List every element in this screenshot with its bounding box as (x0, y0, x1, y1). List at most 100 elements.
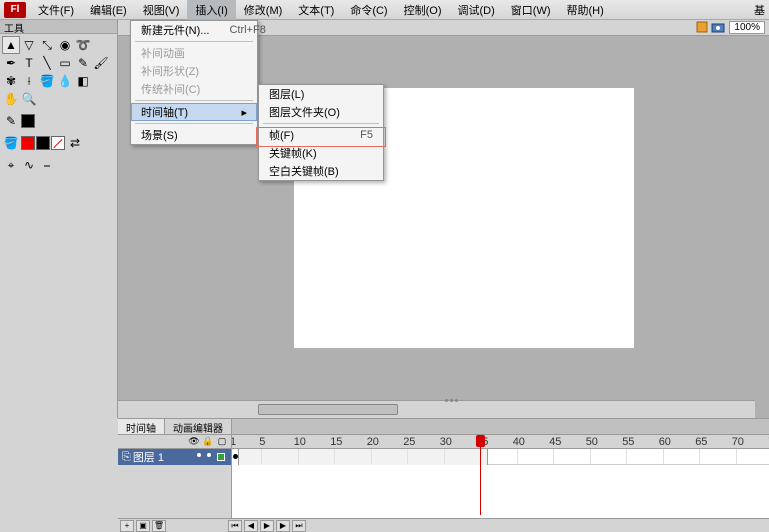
menu-item-label: 补间动画 (141, 45, 185, 61)
fill-color-swatch[interactable] (21, 136, 35, 150)
fill-bucket-icon: 🪣 (2, 134, 20, 152)
timeline-frames[interactable]: 1510152025303540455055606570758085909510… (232, 435, 769, 518)
menubar-right-text: 基 (754, 2, 769, 18)
straighten-tool-icon[interactable]: ⎯ (38, 156, 56, 174)
timeline-panel: 时间轴 动画编辑器 👁 🔒 ▢ ⎘ 图层 1 15101520253035404… (118, 418, 769, 532)
menu-shape-tween: 补间形状(Z) (131, 62, 257, 80)
menu-item-label: 新建元件(N)... (141, 22, 209, 38)
subselect-tool-icon[interactable]: ▽ (20, 36, 38, 54)
layer-outline-sq[interactable] (217, 453, 225, 461)
pen-tool-icon[interactable]: ✒ (2, 54, 20, 72)
hand-tool-icon[interactable]: ✋ (2, 90, 20, 108)
menu-bar: Fl 文件(F) 编辑(E) 视图(V) 插入(I) 修改(M) 文本(T) 命… (0, 0, 769, 20)
stroke-color-swatch[interactable] (21, 114, 35, 128)
zoom-tool-icon[interactable]: 🔍 (20, 90, 38, 108)
menu-item-label: 图层(L) (269, 86, 304, 102)
menu-edit[interactable]: 编辑(E) (82, 0, 135, 21)
menu-view[interactable]: 视图(V) (135, 0, 188, 21)
stroke-pencil-icon: ✎ (2, 112, 20, 130)
free-transform-tool-icon[interactable]: ⤡ (38, 36, 56, 54)
menu-help[interactable]: 帮助(H) (559, 0, 612, 21)
timeline-ruler[interactable]: 1510152025303540455055606570758085909510… (232, 435, 769, 449)
bone-tool-icon[interactable]: ⟊ (20, 72, 38, 90)
timeline-tabs: 时间轴 动画编辑器 (118, 419, 769, 435)
snap-tool-icon[interactable]: ⌖ (2, 156, 20, 174)
timeline-track[interactable] (232, 449, 769, 465)
timeline-controls: + ▣ 🗑 ⏮ ◀ ▶ ▶ ⏭ (118, 518, 769, 532)
publish-icon[interactable] (695, 20, 709, 34)
line-tool-icon[interactable]: ╲ (38, 54, 56, 72)
menu-text[interactable]: 文本(T) (290, 0, 342, 21)
new-layer-button[interactable]: + (120, 520, 134, 532)
tools-title: 工具 (0, 20, 117, 34)
keyframe-1[interactable] (232, 449, 239, 465)
app-logo: Fl (4, 2, 26, 18)
menu-item-label: 时间轴(T) (141, 104, 188, 120)
visibility-icon[interactable]: 👁 (189, 437, 199, 447)
menu-insert[interactable]: 插入(I) (187, 0, 235, 21)
zoom-field[interactable]: 100% (729, 21, 765, 34)
tab-motion-editor[interactable]: 动画编辑器 (165, 419, 232, 434)
frame-span[interactable] (232, 449, 488, 465)
play-button[interactable]: ▶ (260, 520, 274, 532)
menu-window[interactable]: 窗口(W) (503, 0, 559, 21)
last-frame-button[interactable]: ⏭ (292, 520, 306, 532)
submenu-frame[interactable]: 帧(F) F5 (259, 126, 383, 144)
pencil-tool-icon[interactable]: ✎ (74, 54, 92, 72)
text-tool-icon[interactable]: T (20, 54, 38, 72)
new-folder-button[interactable]: ▣ (136, 520, 150, 532)
menu-item-label: 场景(S) (141, 127, 178, 143)
swap-colors-icon[interactable] (36, 136, 50, 150)
paint-bucket-tool-icon[interactable]: 🪣 (38, 72, 56, 90)
menu-classic-tween: 传统补间(C) (131, 80, 257, 98)
smooth-tool-icon[interactable]: ∿ (20, 156, 38, 174)
eyedropper-tool-icon[interactable]: 💧 (56, 72, 74, 90)
submenu-blank-keyframe[interactable]: 空白关键帧(B) (259, 162, 383, 180)
submenu-layer-folder[interactable]: 图层文件夹(O) (259, 103, 383, 121)
menu-scene[interactable]: 场景(S) (131, 126, 257, 144)
no-color-icon[interactable] (51, 136, 65, 150)
swap-icon[interactable]: ⇄ (66, 134, 84, 152)
layer-icon: ⎘ (122, 451, 131, 464)
layer-row[interactable]: ⎘ 图层 1 (118, 449, 231, 465)
camera-icon[interactable] (711, 20, 725, 34)
3d-rotation-tool-icon[interactable]: ◉ (56, 36, 74, 54)
menu-new-symbol[interactable]: 新建元件(N)... Ctrl+F8 (131, 21, 257, 39)
menu-file[interactable]: 文件(F) (30, 0, 82, 21)
menu-commands[interactable]: 命令(C) (342, 0, 395, 21)
menu-item-label: 帧(F) (269, 127, 294, 143)
selection-tool-icon[interactable]: ▲ (2, 36, 20, 54)
rectangle-tool-icon[interactable]: ▭ (56, 54, 74, 72)
submenu-keyframe[interactable]: 关键帧(K) (259, 144, 383, 162)
menu-modify[interactable]: 修改(M) (236, 0, 291, 21)
delete-layer-button[interactable]: 🗑 (152, 520, 166, 532)
menu-shortcut: Ctrl+F8 (209, 24, 265, 36)
menu-timeline[interactable]: 时间轴(T) ▸ (131, 103, 257, 121)
menu-shortcut: F5 (340, 129, 373, 141)
first-frame-button[interactable]: ⏮ (228, 520, 242, 532)
stroke-color-row: ✎ (0, 110, 117, 132)
zoom-controls: 100% (695, 20, 765, 34)
menu-debug[interactable]: 调试(D) (450, 0, 503, 21)
tools-panel: 工具 ▲ ▽ ⤡ ◉ ➰ ✒ T ╲ ▭ ✎ 🖌 ✾ ⟊ 🪣 💧 ◧ ✋ 🔍 ✎… (0, 20, 118, 418)
menu-item-label: 传统补间(C) (141, 81, 200, 97)
lasso-tool-icon[interactable]: ➰ (74, 36, 92, 54)
timeline-layers: 👁 🔒 ▢ ⎘ 图层 1 (118, 435, 232, 518)
outline-icon[interactable]: ▢ (217, 437, 227, 447)
layer-vis-dot[interactable] (197, 453, 201, 457)
horizontal-scrollbar[interactable] (118, 400, 755, 418)
eraser-tool-icon[interactable]: ◧ (74, 72, 92, 90)
prev-frame-button[interactable]: ◀ (244, 520, 258, 532)
submenu-layer[interactable]: 图层(L) (259, 85, 383, 103)
lock-icon[interactable]: 🔒 (203, 437, 213, 447)
menu-control[interactable]: 控制(O) (396, 0, 450, 21)
scrollbar-handle[interactable] (258, 404, 398, 415)
menu-item-label: 图层文件夹(O) (269, 104, 340, 120)
next-frame-button[interactable]: ▶ (276, 520, 290, 532)
layer-lock-dot[interactable] (207, 453, 211, 457)
tab-timeline[interactable]: 时间轴 (118, 419, 165, 434)
playhead[interactable] (480, 435, 481, 515)
brush-tool-icon[interactable]: 🖌 (92, 54, 110, 72)
timeline-submenu-dropdown: 图层(L) 图层文件夹(O) 帧(F) F5 关键帧(K) 空白关键帧(B) (258, 84, 384, 181)
deco-tool-icon[interactable]: ✾ (2, 72, 20, 90)
